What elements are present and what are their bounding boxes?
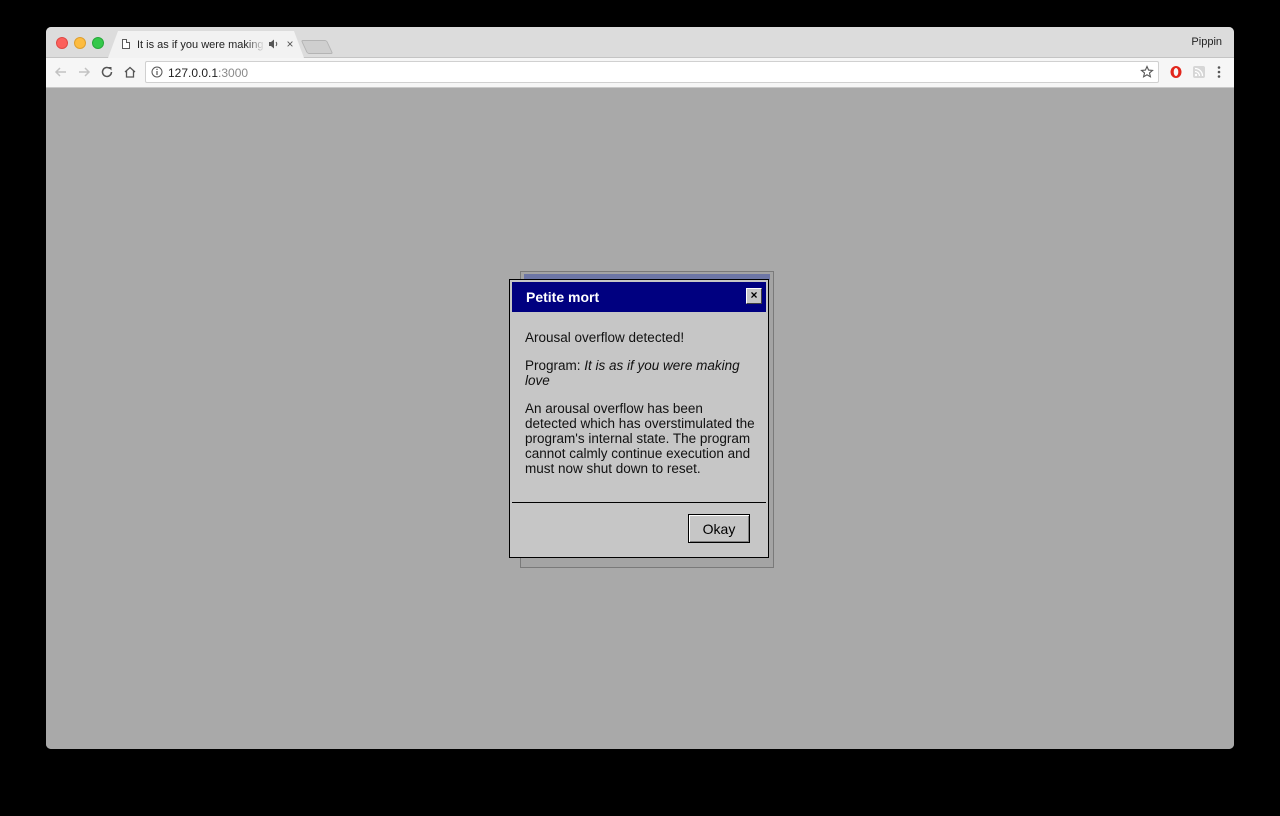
arrow-left-icon[interactable] [53,64,69,80]
dialog-close-icon[interactable]: × [746,288,762,304]
dialog-message: An arousal overflow has been detected wh… [525,401,755,476]
tab-strip: It is as if you were making love × Pippi… [46,27,1234,58]
info-icon[interactable] [151,66,163,78]
url-host: 127.0.0.1 [168,66,219,80]
url-port: :3000 [218,66,249,80]
tab-close-icon[interactable]: × [284,37,296,51]
page-viewport: Petite mort × Arousal overflow detected!… [46,88,1234,749]
browser-window: It is as if you were making love × Pippi… [46,27,1234,749]
browser-tab[interactable]: It is as if you were making love × [108,31,304,58]
dialog-body: Arousal overflow detected! Program: It i… [525,330,757,489]
document-icon [122,39,130,49]
reload-icon[interactable] [99,64,115,80]
speaker-icon[interactable] [268,38,280,50]
okay-button[interactable]: Okay [688,514,750,543]
dialog-divider [512,502,766,503]
url-text: 127.0.0.1:3000 [168,66,248,80]
address-bar[interactable]: 127.0.0.1:3000 [145,61,1159,83]
close-window-button[interactable] [56,37,68,49]
tab-title: It is as if you were making love [137,39,264,51]
opera-icon[interactable] [1168,64,1184,80]
dialog-program-line: Program: It is as if you were making lov… [525,358,757,388]
minimize-window-button[interactable] [74,37,86,49]
alert-dialog: Petite mort × Arousal overflow detected!… [509,279,769,558]
dialog-titlebar[interactable]: Petite mort × [512,282,766,312]
star-icon[interactable] [1140,65,1154,79]
zoom-window-button[interactable] [92,37,104,49]
home-icon[interactable] [122,64,138,80]
program-label: Program: [525,358,585,373]
dialog-heading: Arousal overflow detected! [525,330,685,345]
profile-name[interactable]: Pippin [1191,36,1222,48]
arrow-right-icon[interactable] [76,64,92,80]
kebab-menu-icon[interactable] [1211,64,1227,80]
rss-icon[interactable] [1191,64,1207,80]
dialog-title: Petite mort [526,289,600,305]
new-tab-button[interactable] [300,40,334,54]
browser-toolbar: 127.0.0.1:3000 [46,58,1234,88]
